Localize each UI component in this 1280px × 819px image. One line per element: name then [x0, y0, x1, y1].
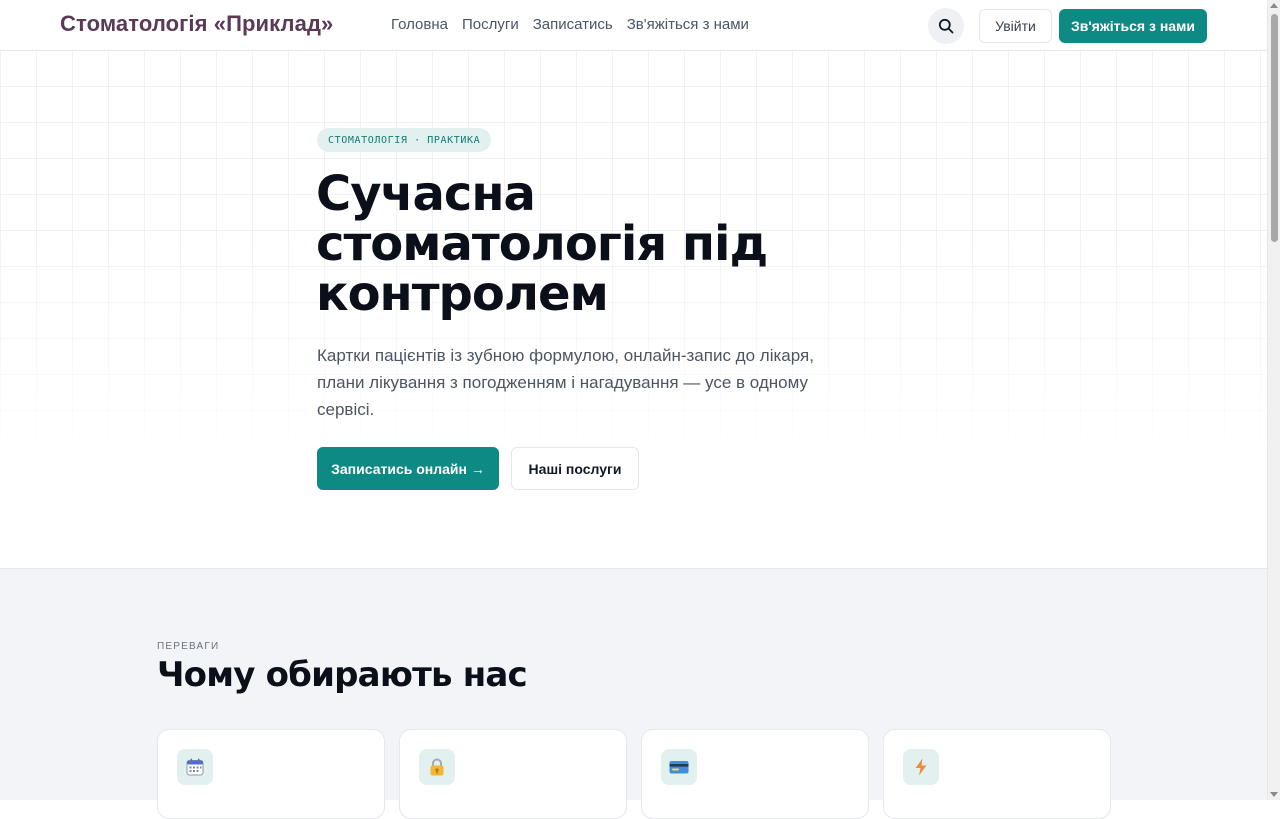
credit-card-icon — [661, 749, 697, 785]
brand-logo[interactable]: Стоматологія «Приклад» — [60, 11, 333, 37]
hero-section: СТОМАТОЛОГІЯ · ПРАКТИКА Сучасна стоматол… — [0, 52, 1267, 568]
benefit-card — [157, 729, 385, 819]
search-icon — [938, 18, 954, 34]
benefit-card — [883, 729, 1111, 819]
contact-button[interactable]: Зв'яжіться з нами — [1059, 9, 1207, 43]
login-button[interactable]: Увійти — [979, 9, 1052, 43]
site-header: Стоматологія «Приклад» Головна Послуги З… — [0, 0, 1267, 51]
page-scrollbar[interactable] — [1267, 0, 1280, 800]
benefits-section: ПЕРЕВАГИ Чому обирають нас — [0, 568, 1267, 819]
main-nav: Головна Послуги Записатись Зв'яжіться з … — [391, 16, 749, 33]
calendar-icon — [177, 749, 213, 785]
hero-description: Картки пацієнтів із зубною формулою, онл… — [317, 346, 814, 419]
lightning-icon — [903, 749, 939, 785]
search-button[interactable] — [928, 8, 964, 44]
nav-link-services[interactable]: Послуги — [462, 16, 519, 33]
benefit-card — [641, 729, 869, 819]
section-eyebrow: ПЕРЕВАГИ — [157, 641, 220, 652]
scrollbar-thumb[interactable] — [1271, 14, 1278, 242]
nav-link-booking[interactable]: Записатись — [533, 16, 613, 33]
lock-icon — [419, 749, 455, 785]
our-services-button[interactable]: Наші послуги — [511, 447, 639, 490]
nav-link-home[interactable]: Головна — [391, 16, 448, 33]
nav-link-contact[interactable]: Зв'яжіться з нами — [627, 16, 749, 33]
scroll-down-arrow-icon[interactable] — [1270, 792, 1278, 797]
hero-title: Сучасна стоматологія під контролем — [316, 166, 768, 322]
scroll-up-arrow-icon[interactable] — [1270, 3, 1278, 8]
section-title: Чому обирають нас — [157, 655, 528, 695]
benefit-card — [399, 729, 627, 819]
book-online-button[interactable]: Записатись онлайн → — [317, 447, 499, 490]
hero-badge: СТОМАТОЛОГІЯ · ПРАКТИКА — [317, 128, 492, 152]
